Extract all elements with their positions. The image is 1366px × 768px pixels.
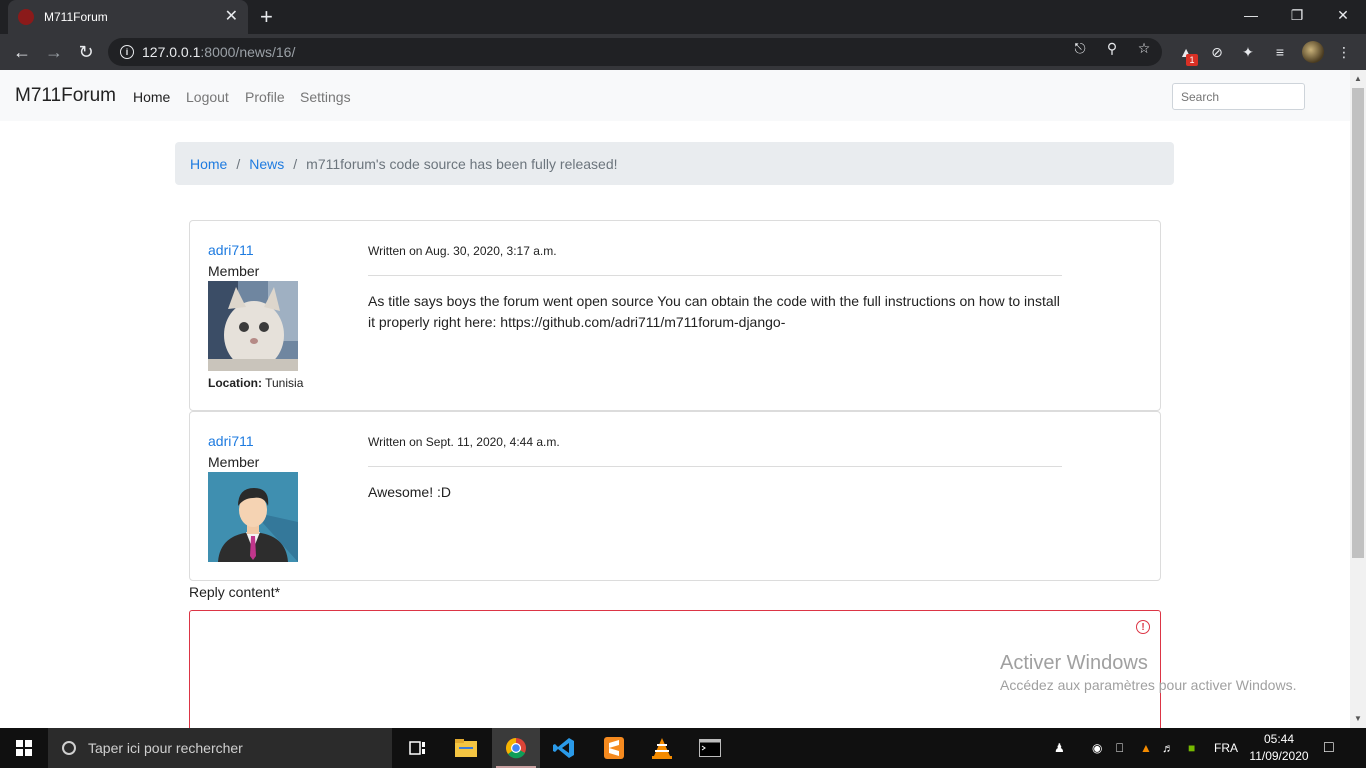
nav-link-home[interactable]: Home bbox=[133, 89, 170, 105]
site-brand[interactable]: M711Forum bbox=[15, 85, 116, 107]
reply-label: Reply content* bbox=[189, 584, 281, 600]
breadcrumb-current: m711forum's code source has been fully r… bbox=[306, 155, 618, 172]
search-icon bbox=[62, 741, 76, 755]
terminal-icon[interactable] bbox=[686, 728, 734, 768]
post-divider bbox=[368, 466, 1062, 467]
forward-arrow-icon[interactable]: → bbox=[42, 40, 66, 64]
adblock-extension-icon[interactable]: ⊘ bbox=[1207, 42, 1227, 62]
scroll-down-arrow-icon[interactable]: ▼ bbox=[1354, 714, 1362, 723]
people-icon[interactable]: ♟ bbox=[1054, 728, 1065, 768]
sublime-text-icon[interactable] bbox=[590, 728, 638, 768]
browser-menu-icon[interactable]: ⋮ bbox=[1334, 42, 1354, 62]
breadcrumb-news-link[interactable]: News bbox=[249, 156, 284, 172]
extension-badge: 1 bbox=[1186, 54, 1198, 66]
author-avatar bbox=[208, 472, 298, 562]
windows-logo-icon bbox=[16, 740, 32, 756]
task-view-icon[interactable] bbox=[394, 728, 442, 768]
browser-toolbar: ← → ↻ i 127.0.0.1:8000/news/16/ ⎋ ⚲ ☆ ▲ … bbox=[0, 34, 1366, 70]
input-language[interactable]: FRA bbox=[1214, 728, 1238, 768]
extensions-puzzle-icon[interactable]: ✦ bbox=[1238, 42, 1258, 62]
site-info-icon[interactable]: i bbox=[120, 45, 134, 59]
browser-tab-strip: M711Forum ✕ + — ❐ ✕ bbox=[0, 0, 1366, 34]
clock-time: 05:44 bbox=[1263, 732, 1295, 746]
chrome-taskbar-icon[interactable] bbox=[492, 728, 540, 768]
clock-date: 11/09/2020 bbox=[1249, 749, 1309, 763]
post-author-link[interactable]: adri711 bbox=[208, 433, 254, 449]
zoom-icon[interactable]: ⚲ bbox=[1104, 40, 1120, 56]
post-divider bbox=[368, 275, 1062, 276]
nav-link-logout[interactable]: Logout bbox=[186, 89, 229, 105]
nav-link-profile[interactable]: Profile bbox=[245, 89, 285, 105]
windows-taskbar: Taper ici pour rechercher ♟ ◉ ⎕ ▲ ♬ ■ FR… bbox=[0, 728, 1366, 768]
forum-post: adri711 Member Location: Tunisia Written… bbox=[189, 220, 1161, 411]
bookmark-star-icon[interactable]: ☆ bbox=[1136, 40, 1152, 56]
scrollbar-thumb[interactable] bbox=[1352, 88, 1364, 558]
taskbar-clock[interactable]: 05:44 11/09/2020 bbox=[1244, 731, 1314, 765]
page-viewport: M711Forum Home Logout Profile Settings H… bbox=[0, 70, 1350, 728]
vlc-tray-icon[interactable]: ▲ bbox=[1140, 728, 1152, 768]
post-author-role: Member bbox=[208, 454, 260, 470]
close-window-icon[interactable]: ✕ bbox=[1320, 0, 1366, 30]
start-button[interactable] bbox=[0, 728, 48, 768]
vscode-icon[interactable] bbox=[540, 728, 588, 768]
breadcrumb: Home / News / m711forum's code source ha… bbox=[175, 142, 1174, 185]
post-author-role: Member bbox=[208, 263, 260, 279]
post-author-link[interactable]: adri711 bbox=[208, 242, 254, 258]
url-text: 127.0.0.1:8000/news/16/ bbox=[142, 44, 296, 60]
post-date: Written on Sept. 11, 2020, 4:44 a.m. bbox=[368, 435, 560, 449]
volume-icon[interactable]: ♬ bbox=[1162, 728, 1174, 768]
notifications-icon[interactable]: □ bbox=[1324, 728, 1334, 768]
reload-icon[interactable]: ↻ bbox=[74, 40, 98, 64]
site-favicon-icon bbox=[18, 9, 34, 25]
taskbar-search-box[interactable]: Taper ici pour rechercher bbox=[48, 728, 392, 768]
post-date: Written on Aug. 30, 2020, 3:17 a.m. bbox=[368, 244, 557, 258]
tab-title: M711Forum bbox=[44, 10, 108, 24]
media-control-icon[interactable]: ≡ bbox=[1270, 42, 1290, 62]
discord-tray-icon[interactable]: ◉ bbox=[1092, 728, 1102, 768]
close-tab-icon[interactable]: ✕ bbox=[225, 9, 238, 25]
nav-link-settings[interactable]: Settings bbox=[300, 89, 351, 105]
author-avatar bbox=[208, 281, 298, 371]
scroll-up-arrow-icon[interactable]: ▲ bbox=[1354, 74, 1362, 83]
breadcrumb-home-link[interactable]: Home bbox=[190, 156, 227, 172]
post-author-location: Location: Tunisia bbox=[208, 376, 304, 390]
post-content: As title says boys the forum went open s… bbox=[368, 293, 1060, 330]
file-explorer-icon[interactable] bbox=[442, 728, 490, 768]
forum-post: adri711 Member Written on Sept. 11, 2020… bbox=[189, 411, 1161, 581]
breadcrumb-separator: / bbox=[236, 155, 241, 172]
profile-avatar[interactable] bbox=[1302, 41, 1324, 63]
nvidia-tray-icon[interactable]: ■ bbox=[1188, 728, 1195, 768]
windows-activation-subtitle: Accédez aux paramètres pour activer Wind… bbox=[1000, 677, 1297, 693]
breadcrumb-separator: / bbox=[293, 155, 298, 172]
back-arrow-icon[interactable]: ← bbox=[10, 40, 34, 64]
windows-activation-title: Activer Windows bbox=[1000, 652, 1148, 674]
error-icon: ! bbox=[1136, 620, 1150, 634]
search-input[interactable] bbox=[1172, 83, 1305, 110]
site-navbar: M711Forum Home Logout Profile Settings bbox=[0, 70, 1350, 121]
minimize-window-icon[interactable]: — bbox=[1228, 0, 1274, 30]
new-tab-icon[interactable]: + bbox=[260, 6, 273, 28]
maximize-window-icon[interactable]: ❐ bbox=[1274, 0, 1320, 30]
post-content: Awesome! :D bbox=[368, 484, 451, 500]
browser-tab[interactable]: M711Forum ✕ bbox=[8, 0, 248, 34]
vlc-icon[interactable] bbox=[638, 728, 686, 768]
translate-icon[interactable]: ⎋ bbox=[1072, 40, 1088, 56]
taskbar-search-placeholder: Taper ici pour rechercher bbox=[88, 740, 243, 756]
address-bar[interactable]: i 127.0.0.1:8000/news/16/ bbox=[108, 38, 1162, 66]
network-icon[interactable]: ⎕ bbox=[1116, 728, 1123, 768]
